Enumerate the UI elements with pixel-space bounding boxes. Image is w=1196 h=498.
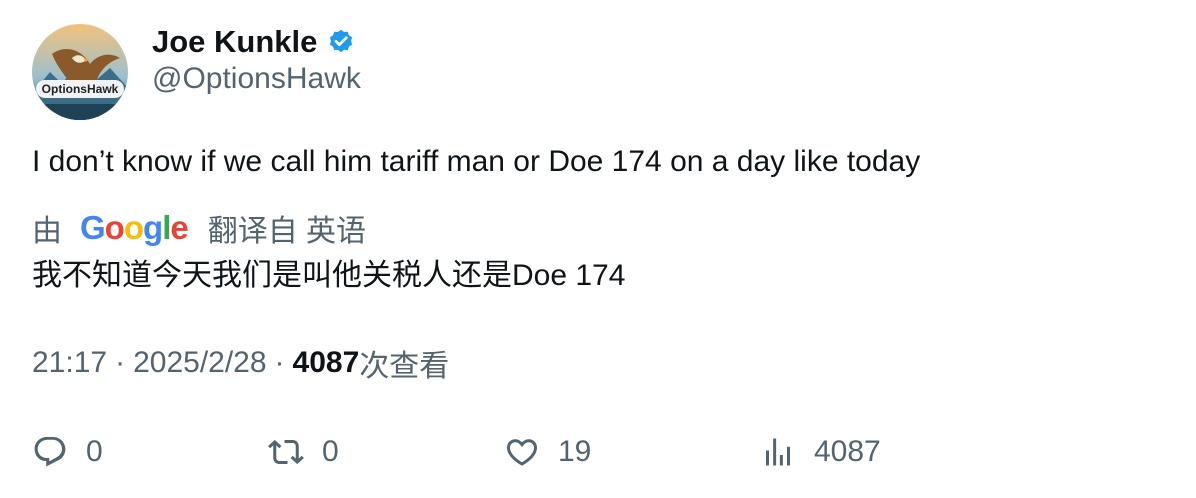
views-button[interactable]: 4087 [760, 430, 881, 474]
author-name-row: Joe Kunkle [152, 22, 355, 62]
author-handle[interactable]: @OptionsHawk [152, 62, 361, 96]
tweet-meta: 21:17 · 2025/2/28 · 4087 次查看 [32, 343, 449, 383]
author-display-name[interactable]: Joe Kunkle [152, 24, 317, 60]
google-letter: g [143, 209, 163, 246]
google-logo[interactable]: Google [80, 209, 189, 247]
retweet-icon [268, 434, 304, 470]
reply-icon [32, 434, 68, 470]
reply-button[interactable]: 0 [32, 430, 103, 474]
like-button[interactable]: 19 [504, 430, 591, 474]
views-label: 次查看 [359, 350, 450, 383]
meta-separator: · [115, 346, 126, 379]
reply-count: 0 [86, 435, 103, 468]
translated-text: 我不知道今天我们是叫他关税人还是Doe 174 [32, 259, 626, 292]
like-count: 19 [558, 435, 592, 468]
retweet-button[interactable]: 0 [268, 430, 339, 474]
google-letter: e [170, 209, 188, 246]
translation-attribution: 由 Google 翻译自 英语 [32, 208, 366, 248]
meta-separator: · [274, 346, 285, 379]
action-bar: 0 0 19 4087 [32, 430, 1162, 474]
google-letter: o [104, 209, 125, 246]
heart-icon [504, 434, 540, 470]
retweet-count: 0 [322, 435, 339, 468]
avatar-logo-text: OptionsHawk [42, 82, 119, 96]
verified-badge-icon [327, 28, 355, 56]
avatar[interactable]: OptionsHawk [32, 24, 128, 120]
translation-source-label[interactable]: 翻译自 英语 [208, 206, 366, 250]
tweet-time[interactable]: 21:17 [32, 346, 107, 380]
views-action-count: 4087 [814, 435, 881, 468]
google-letter: G [80, 209, 106, 246]
tweet-date[interactable]: 2025/2/28 [133, 346, 266, 380]
translation-prefix: 由 [32, 215, 62, 248]
tweet-text: I don’t know if we call him tariff man o… [32, 145, 921, 178]
google-letter: o [123, 209, 144, 246]
analytics-bar-chart-icon [760, 434, 796, 470]
views-count: 4087 [292, 346, 360, 379]
